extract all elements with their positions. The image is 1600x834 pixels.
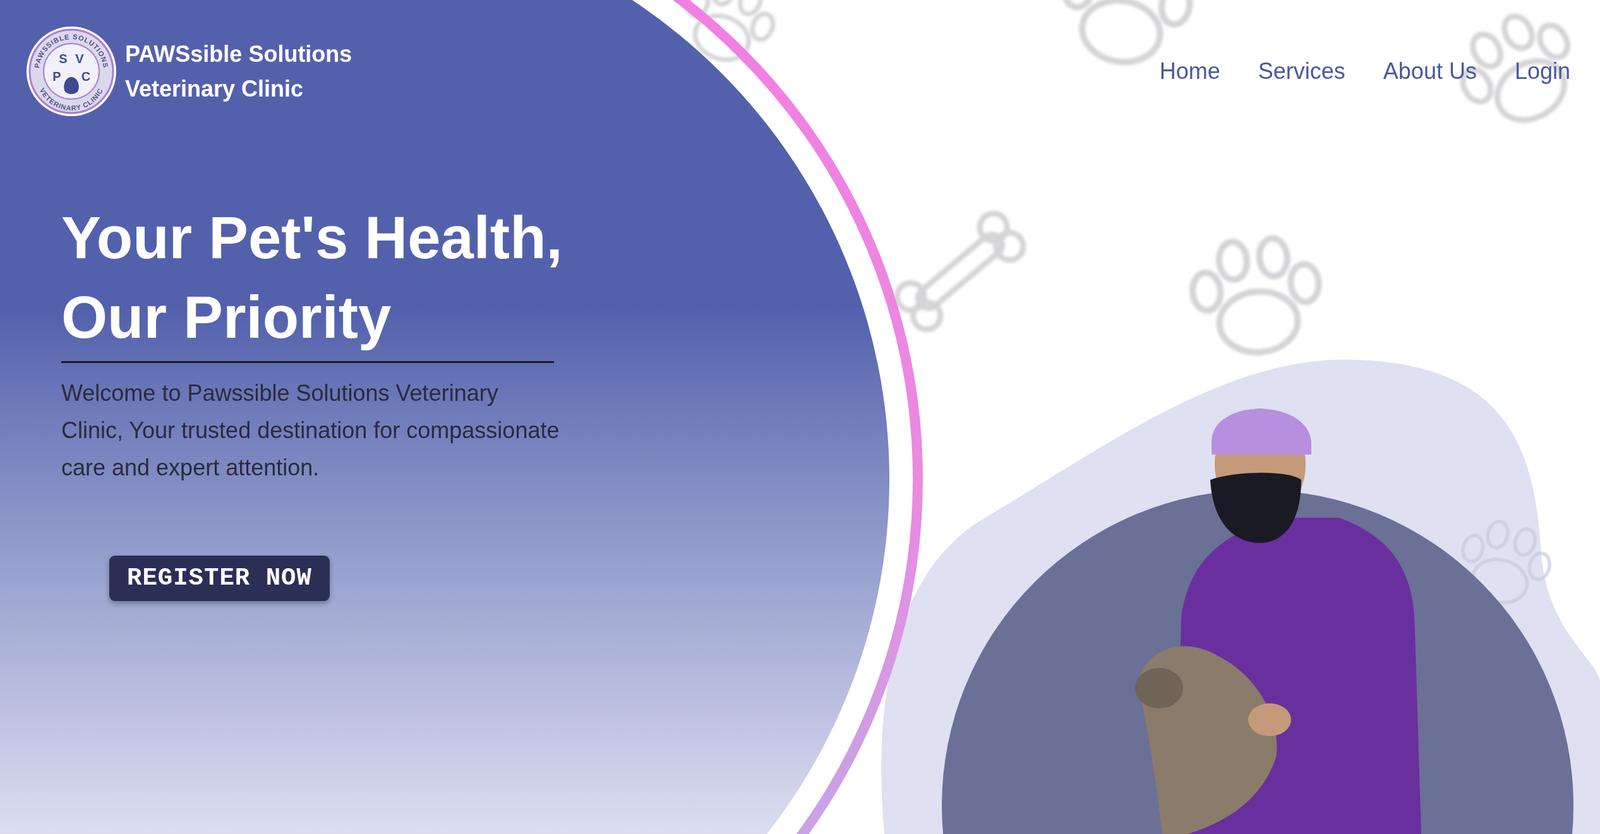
- paw-print-icon: [1188, 234, 1325, 359]
- nav-link[interactable]: Home: [1159, 53, 1221, 90]
- clinic-logo-icon[interactable]: PAWSSIBLE SOLUTIONS VETERINARY CLINIC PS…: [25, 25, 118, 118]
- nav-link[interactable]: Login: [1514, 53, 1571, 90]
- pink-ring: [0, 0, 918, 834]
- top-bar: PAWSSIBLE SOLUTIONS VETERINARY CLINIC PS…: [0, 0, 1600, 118]
- logo-letter: S: [58, 51, 67, 66]
- main-nav: Home Services About Us Login: [1159, 53, 1571, 90]
- bone-icon: [891, 207, 1029, 335]
- logo-letter: P: [52, 69, 61, 84]
- brand-name: PAWSsible Solutions: [125, 36, 352, 72]
- logo-top-text: PAWSSIBLE SOLUTIONS: [32, 32, 110, 69]
- svg-text:PAWSSIBLE SOLUTIONS: PAWSSIBLE SOLUTIONS: [32, 32, 110, 69]
- hero-text: Welcome to Pawssible Solutions Veterinar…: [61, 374, 561, 487]
- nav-link[interactable]: About Us: [1383, 53, 1477, 90]
- background-art: [0, 0, 1600, 834]
- hero-title: Your Pet's Health, Our Priority: [61, 198, 554, 364]
- register-button[interactable]: REGISTER NOW: [109, 555, 330, 602]
- hero-title-line: Our Priority: [61, 277, 554, 358]
- brand[interactable]: PAWSSIBLE SOLUTIONS VETERINARY CLINIC PS…: [25, 25, 352, 118]
- logo-letter: C: [81, 69, 91, 84]
- hero: Your Pet's Health, Our Priority Welcome …: [0, 117, 1600, 602]
- hero-title-line: Your Pet's Health,: [61, 198, 554, 278]
- landing-page: PAWSSIBLE SOLUTIONS VETERINARY CLINIC PS…: [0, 0, 1600, 834]
- blue-circle: [0, 0, 890, 834]
- logo-letter: V: [75, 51, 85, 66]
- vet-photo: [1135, 408, 1422, 834]
- brand-subtitle: Veterinary Clinic: [125, 71, 352, 107]
- nav-link[interactable]: Services: [1258, 53, 1346, 90]
